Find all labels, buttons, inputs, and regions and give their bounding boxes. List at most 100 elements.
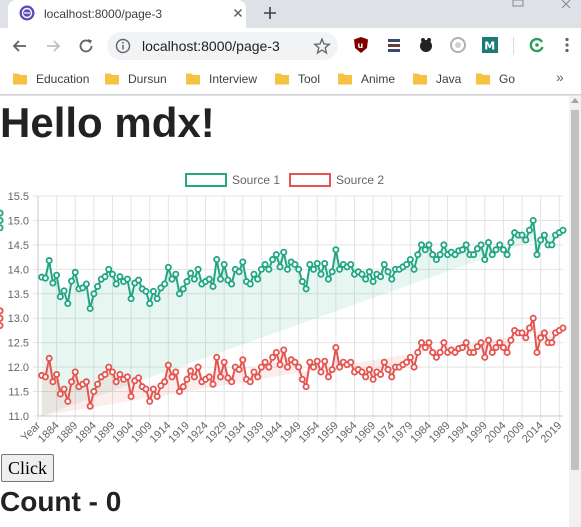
minimize-window-icon[interactable] xyxy=(512,0,524,8)
data-point xyxy=(384,366,392,374)
data-point xyxy=(440,241,448,249)
y-tick-label: 14.5 xyxy=(8,240,29,252)
data-point xyxy=(302,383,310,391)
forward-arrow-icon[interactable] xyxy=(43,36,63,56)
x-tick-label: 2019 xyxy=(539,420,565,446)
more-bookmarks-button[interactable]: » xyxy=(556,69,564,85)
data-point xyxy=(146,397,154,405)
data-point xyxy=(328,268,336,276)
data-point xyxy=(540,329,548,337)
data-point xyxy=(559,226,567,234)
data-point xyxy=(194,363,202,371)
close-tab-icon[interactable] xyxy=(230,5,246,21)
data-point xyxy=(153,392,161,400)
scroll-up-arrow-icon[interactable] xyxy=(571,98,579,103)
data-point xyxy=(265,363,273,371)
refresh-extension-icon[interactable] xyxy=(528,36,546,54)
vertical-scrollbar[interactable] xyxy=(569,96,581,527)
data-point xyxy=(246,280,254,288)
scrollbar-thumb[interactable] xyxy=(571,110,579,470)
data-point xyxy=(492,344,500,352)
data-point xyxy=(56,293,64,301)
close-window-icon[interactable] xyxy=(560,0,572,8)
data-point xyxy=(503,348,511,356)
data-point xyxy=(421,246,429,254)
data-point xyxy=(64,397,72,405)
y-tick-label: 15.5 xyxy=(8,191,29,203)
data-point xyxy=(503,251,511,259)
data-point xyxy=(440,339,448,347)
data-point xyxy=(86,304,94,312)
data-point xyxy=(239,356,247,364)
data-point xyxy=(328,366,336,374)
data-point xyxy=(187,269,195,277)
address-bar[interactable]: localhost:8000/page-3 xyxy=(107,32,338,60)
data-point xyxy=(71,368,79,376)
data-point xyxy=(105,363,113,371)
y-tick-label: 12.5 xyxy=(8,338,29,350)
bookmark-star-icon[interactable] xyxy=(313,37,331,55)
data-point xyxy=(421,344,429,352)
data-point xyxy=(291,358,299,366)
info-icon[interactable] xyxy=(115,38,131,54)
data-point xyxy=(492,246,500,254)
m-extension-icon[interactable]: M xyxy=(481,36,499,54)
data-point xyxy=(41,373,49,381)
data-point xyxy=(410,363,418,371)
page-heading: Hello mdx! xyxy=(0,99,215,146)
data-point xyxy=(0,216,4,224)
data-point xyxy=(507,238,515,246)
data-point xyxy=(283,265,291,273)
data-point xyxy=(269,353,277,361)
folder-icon xyxy=(13,73,27,85)
back-arrow-icon[interactable] xyxy=(10,36,30,56)
data-point xyxy=(216,373,224,381)
y-tick-label: 13.0 xyxy=(8,313,29,325)
page-content: Hello mdx! 15.5 15.0 14.5 14.0 13.5 13.0 12.5 1… xyxy=(0,96,581,527)
data-point xyxy=(257,265,265,273)
gimp-icon[interactable] xyxy=(417,36,435,54)
menu-dots-icon[interactable] xyxy=(558,36,576,54)
data-point xyxy=(488,348,496,356)
click-button[interactable]: Click xyxy=(1,454,54,482)
browser-tab[interactable]: localhost:8000/page-3 xyxy=(8,0,246,28)
data-point xyxy=(235,366,243,374)
data-point xyxy=(64,300,72,308)
data-point xyxy=(168,275,176,283)
data-point xyxy=(425,241,433,249)
data-point xyxy=(153,295,161,303)
data-point xyxy=(306,358,314,366)
data-point xyxy=(324,373,332,381)
data-point xyxy=(112,378,120,386)
data-point xyxy=(540,231,548,239)
data-point xyxy=(406,256,414,264)
data-point xyxy=(187,367,195,375)
data-point xyxy=(313,357,321,365)
ublock-icon[interactable]: u xyxy=(352,36,370,54)
data-point xyxy=(358,270,366,278)
url-text[interactable]: localhost:8000/page-3 xyxy=(142,38,280,54)
data-point xyxy=(94,380,102,388)
data-point xyxy=(108,368,116,376)
data-point xyxy=(135,374,143,382)
data-point xyxy=(496,339,504,347)
data-point xyxy=(250,270,258,278)
list-extension-icon[interactable] xyxy=(385,36,403,54)
y-tick-label: 15.0 xyxy=(8,215,29,227)
data-point xyxy=(559,324,567,332)
data-point xyxy=(429,251,437,259)
new-tab-icon[interactable] xyxy=(260,3,280,23)
data-point xyxy=(179,383,187,391)
reload-icon[interactable] xyxy=(76,36,96,56)
data-point xyxy=(213,256,221,264)
line-chart: 15.5 15.0 14.5 14.0 13.5 13.0 12.5 12.0 11.5 11.0… xyxy=(0,173,567,446)
timer-icon[interactable] xyxy=(449,36,467,54)
data-point xyxy=(190,373,198,381)
data-point xyxy=(108,270,116,278)
data-point xyxy=(183,278,191,286)
data-point xyxy=(164,361,172,369)
data-point xyxy=(537,334,545,342)
data-point xyxy=(529,216,537,224)
data-point xyxy=(53,370,61,378)
data-point xyxy=(86,402,94,410)
